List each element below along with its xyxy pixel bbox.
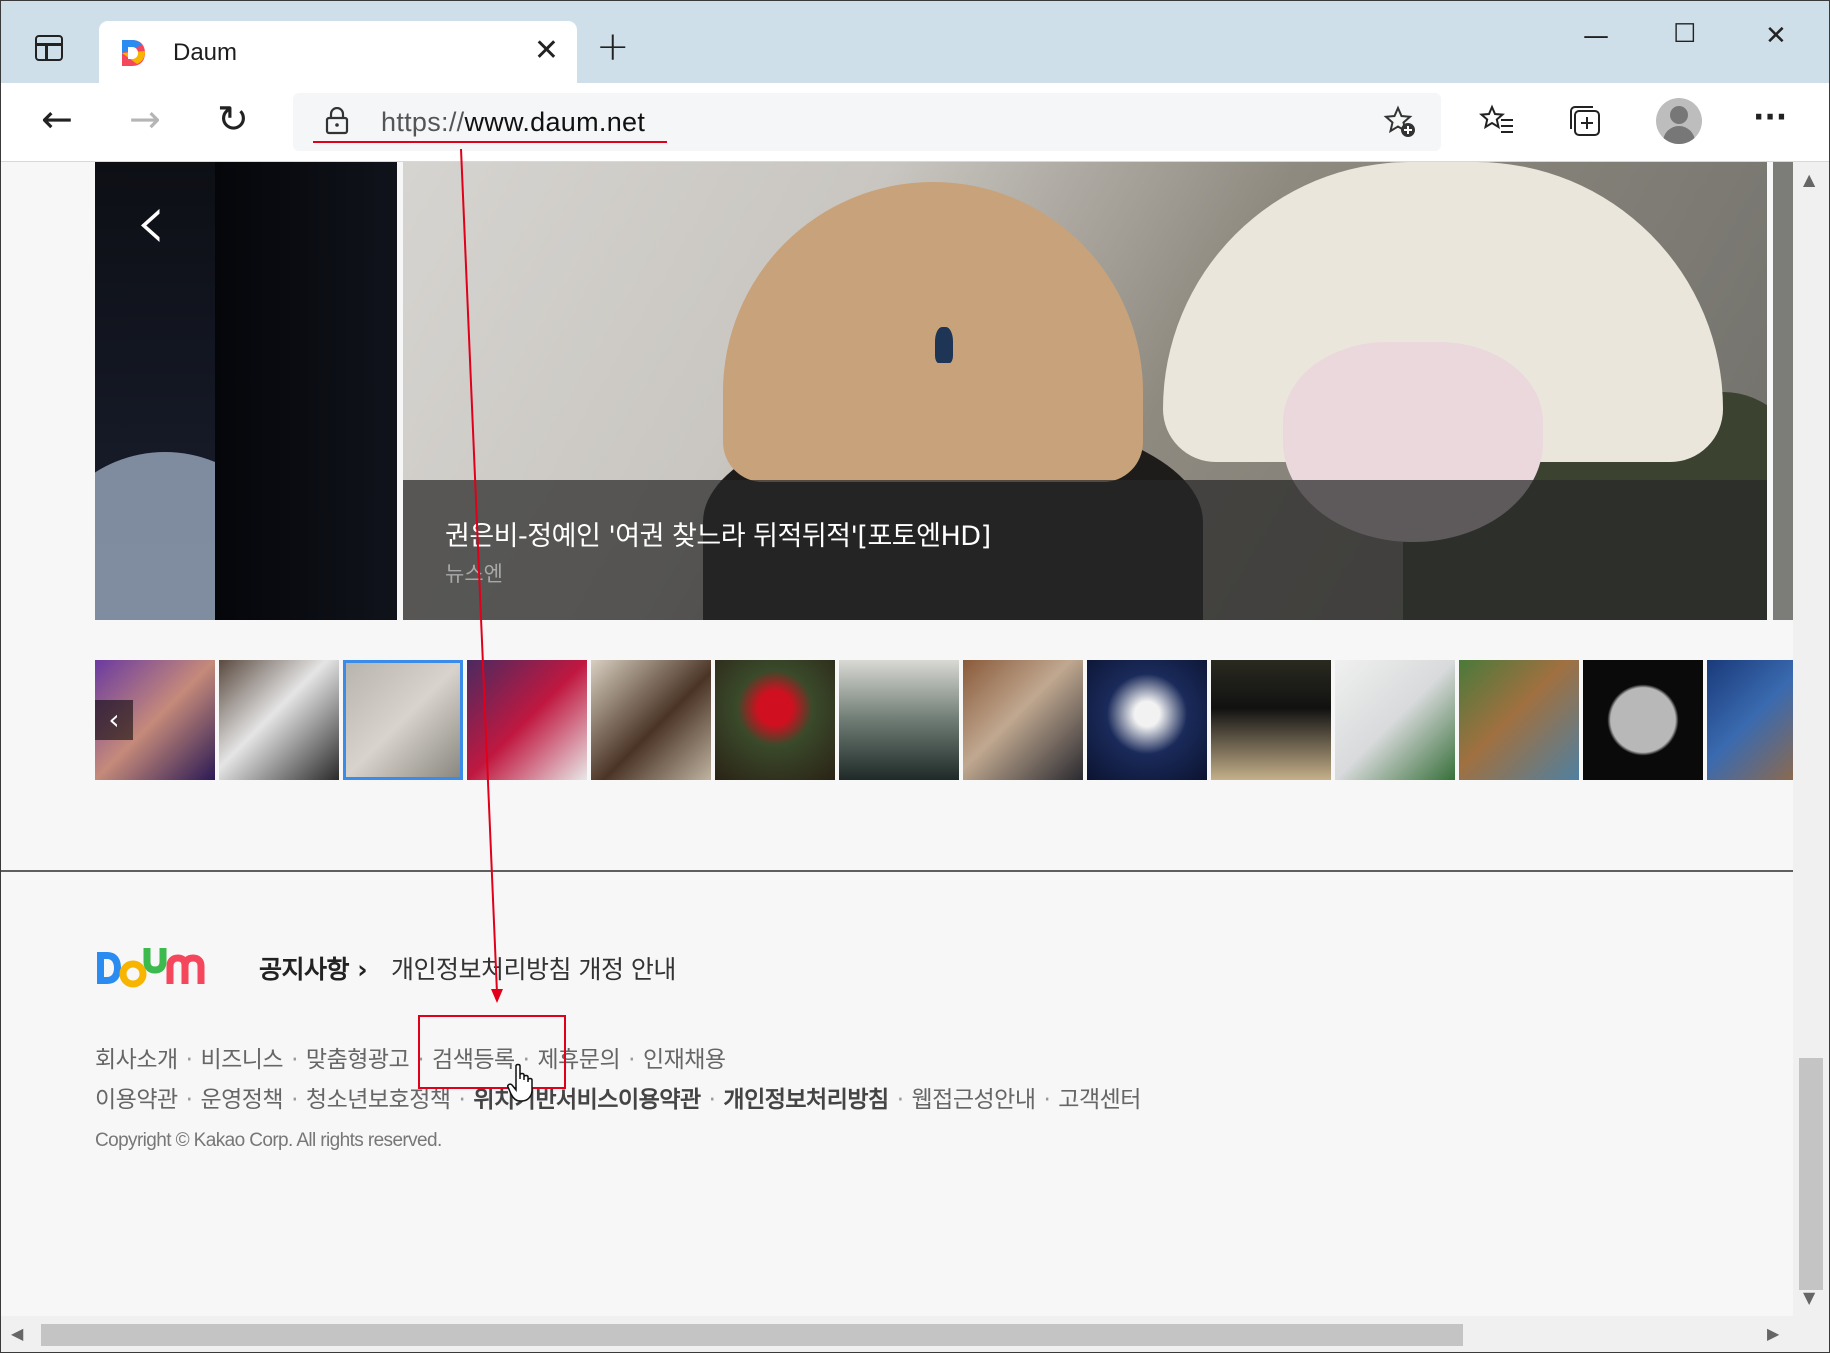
vertical-scroll-thumb[interactable]	[1799, 1058, 1823, 1290]
forward-button[interactable]: →	[129, 99, 161, 139]
page-content: ‹ 권은비-정예인 '여권 찾느라 뒤적뒤적'[포토엔HD] 뉴스엔 ‹ 공지사…	[1, 162, 1793, 1316]
notice-label[interactable]: 공지사항 ›	[259, 950, 368, 986]
thumbnail-prev-icon[interactable]: ‹	[95, 700, 133, 740]
scroll-right-icon[interactable]: ▶	[1767, 1326, 1779, 1342]
new-tab-button[interactable]: +	[596, 27, 630, 67]
tab-title: Daum	[173, 39, 238, 66]
thumbnail[interactable]	[1335, 660, 1455, 780]
link-separator: ·	[185, 1047, 193, 1073]
slide-caption-title[interactable]: 권은비-정예인 '여권 찾느라 뒤적뒤적'[포토엔HD]	[445, 514, 991, 553]
footer-divider	[1, 870, 1793, 872]
next-slide-image[interactable]	[1773, 162, 1793, 620]
link-separator: ·	[458, 1087, 466, 1113]
favorites-add-icon[interactable]	[1383, 105, 1419, 141]
scroll-up-icon[interactable]: ▲	[1803, 172, 1815, 188]
address-url[interactable]: https://www.daum.net	[381, 107, 645, 138]
vertical-scrollbar[interactable]: ▲ ▼	[1793, 162, 1829, 1316]
previous-slide-image[interactable]: ‹	[95, 162, 397, 620]
thumbnail[interactable]	[839, 660, 959, 780]
browser-tab[interactable]: Daum ✕	[99, 21, 577, 85]
photo-slider: ‹ 권은비-정예인 '여권 찾느라 뒤적뒤적'[포토엔HD] 뉴스엔	[95, 162, 1793, 620]
footer-link[interactable]: 청소년보호정책	[306, 1087, 451, 1113]
notice-link[interactable]: 개인정보처리방침 개정 안내	[391, 950, 676, 986]
link-separator: ·	[291, 1047, 298, 1073]
reload-button[interactable]: ↻	[217, 99, 249, 139]
footer-link[interactable]: 회사소개	[95, 1047, 178, 1073]
footer-link[interactable]: 고객센터	[1058, 1087, 1141, 1113]
back-button[interactable]: ←	[41, 99, 73, 139]
maximize-button[interactable]: ☐	[1673, 19, 1696, 49]
footer-link[interactable]: 이용약관	[95, 1087, 178, 1113]
footer-links-row2: 이용약관 · 운영정책 · 청소년보호정책 · 위치기반서비스이용약관 · 개인정보처리방침 · 웹…	[95, 1080, 1141, 1114]
thumbnail[interactable]	[1583, 660, 1703, 780]
copyright-text: Copyright © Kakao Corp. All rights reser…	[95, 1130, 442, 1151]
thumbnail-selected[interactable]	[343, 660, 463, 780]
thumbnail[interactable]	[467, 660, 587, 780]
horizontal-scrollbar[interactable]: ◀ ▶	[1, 1316, 1793, 1352]
scroll-down-icon[interactable]: ▼	[1803, 1290, 1815, 1306]
slide-caption[interactable]: 권은비-정예인 '여권 찾느라 뒤적뒤적'[포토엔HD] 뉴스엔	[403, 480, 1767, 620]
url-scheme: https://	[381, 107, 465, 137]
profile-avatar[interactable]	[1656, 98, 1702, 144]
close-window-button[interactable]: ✕	[1765, 21, 1787, 51]
more-icon[interactable]: ···	[1753, 101, 1787, 135]
browser-window: Daum ✕ + — ☐ ✕ ← → ↻ https://www.daum.ne…	[0, 0, 1830, 1353]
footer-links-row1: 회사소개 · 비즈니스 · 맞춤형광고 · 검색등록 · 제휴문의 · 인재채용	[95, 1040, 726, 1074]
link-separator: ·	[1043, 1087, 1051, 1113]
browser-toolbar: ← → ↻ https://www.daum.net ···	[1, 83, 1829, 162]
link-separator: ·	[708, 1087, 716, 1113]
thumbnail[interactable]	[1087, 660, 1207, 780]
hand-cursor-icon	[507, 1063, 533, 1102]
lock-icon[interactable]	[325, 107, 349, 135]
daum-favicon-icon	[122, 40, 145, 66]
link-separator: ·	[291, 1087, 298, 1113]
slide-caption-source: 뉴스엔	[445, 562, 503, 586]
thumbnail[interactable]	[1459, 660, 1579, 780]
thumbnail[interactable]	[1707, 660, 1793, 780]
footer-link[interactable]: 운영정책	[200, 1087, 283, 1113]
url-underline-annotation	[313, 141, 667, 143]
footer-link[interactable]: 인재채용	[643, 1047, 726, 1073]
link-separator: ·	[628, 1047, 635, 1073]
thumbnail[interactable]	[963, 660, 1083, 780]
thumbnail[interactable]	[1211, 660, 1331, 780]
collections-icon[interactable]	[1567, 103, 1603, 139]
thumbnail[interactable]	[219, 660, 339, 780]
thumbnail[interactable]	[715, 660, 835, 780]
footer-link[interactable]: 웹접근성안내	[912, 1087, 1036, 1113]
footer-link[interactable]: 비즈니스	[200, 1047, 283, 1073]
main-slide-image[interactable]: 권은비-정예인 '여권 찾느라 뒤적뒤적'[포토엔HD] 뉴스엔	[403, 162, 1767, 620]
thumbnail[interactable]	[591, 660, 711, 780]
scrollbar-corner	[1793, 1316, 1829, 1352]
tab-close-icon[interactable]: ✕	[534, 35, 559, 67]
url-host: www.daum.net	[464, 107, 646, 137]
footer-link[interactable]: 맞춤형광고	[306, 1047, 410, 1073]
link-separator: ·	[896, 1087, 904, 1113]
link-separator: ·	[185, 1087, 193, 1113]
minimize-button[interactable]: —	[1583, 21, 1609, 51]
scroll-left-icon[interactable]: ◀	[11, 1326, 23, 1342]
title-bar: Daum ✕ + — ☐ ✕	[1, 1, 1829, 85]
search-register-highlight-annotation	[418, 1015, 566, 1089]
sidebar-toggle-icon[interactable]	[35, 35, 63, 61]
daum-logo[interactable]	[95, 944, 205, 988]
thumbnail-strip: ‹	[95, 660, 1793, 780]
favorites-icon[interactable]	[1479, 103, 1515, 139]
slider-prev-icon[interactable]: ‹	[135, 182, 167, 262]
horizontal-scroll-thumb[interactable]	[41, 1324, 1463, 1346]
footer-link[interactable]: 개인정보처리방침	[723, 1087, 889, 1113]
